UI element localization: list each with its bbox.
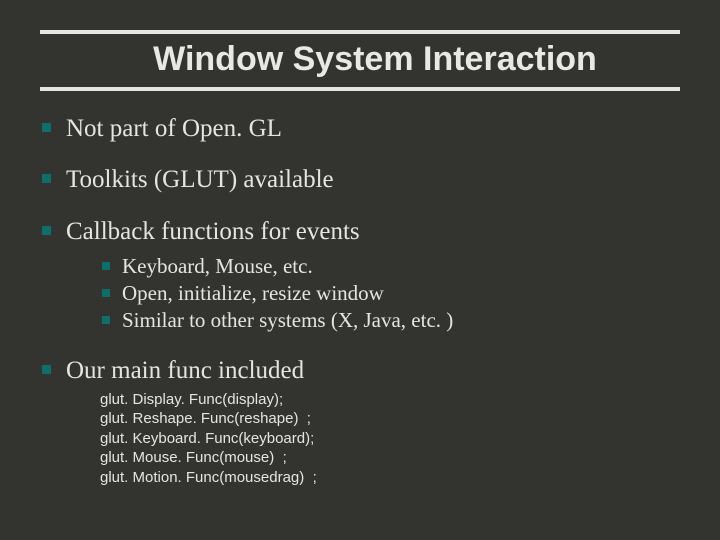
bullet-text: Not part of Open. GL [66, 115, 282, 142]
sub-bullet-text: Keyboard, Mouse, etc. [122, 254, 313, 278]
slide-title: Window System Interaction [80, 34, 670, 87]
bullet-text: Toolkits (GLUT) available [66, 166, 334, 193]
code-line: glut. Mouse. Func(mouse) ; [100, 449, 287, 466]
slide: Window System Interaction Not part of Op… [0, 0, 720, 540]
sub-bullet-text: Open, initialize, resize window [122, 281, 384, 305]
bullet-list: Not part of Open. GL Toolkits (GLUT) ava… [40, 113, 680, 487]
title-block: Window System Interaction [40, 30, 680, 91]
sub-bullet-list: Keyboard, Mouse, etc. Open, initialize, … [100, 253, 680, 335]
bullet-text: Our main func included [66, 357, 304, 384]
sub-bullet-item: Keyboard, Mouse, etc. [100, 253, 680, 280]
sub-bullet-item: Similar to other systems (X, Java, etc. … [100, 307, 680, 334]
sub-bullet-item: Open, initialize, resize window [100, 280, 680, 307]
bottom-rule [40, 87, 680, 91]
code-line: glut. Keyboard. Func(keyboard); [100, 430, 314, 447]
sub-bullet-text: Similar to other systems (X, Java, etc. … [122, 308, 453, 332]
bullet-item: Our main func included glut. Display. Fu… [40, 355, 680, 488]
bullet-item: Toolkits (GLUT) available [40, 164, 680, 195]
code-block: glut. Display. Func(display); glut. Resh… [100, 390, 680, 488]
code-line: glut. Display. Func(display); [100, 391, 283, 408]
bullet-item: Callback functions for events Keyboard, … [40, 216, 680, 335]
bullet-text: Callback functions for events [66, 218, 360, 245]
code-line: glut. Motion. Func(mousedrag) ; [100, 469, 317, 486]
code-line: glut. Reshape. Func(reshape) ; [100, 410, 311, 427]
bullet-item: Not part of Open. GL [40, 113, 680, 144]
